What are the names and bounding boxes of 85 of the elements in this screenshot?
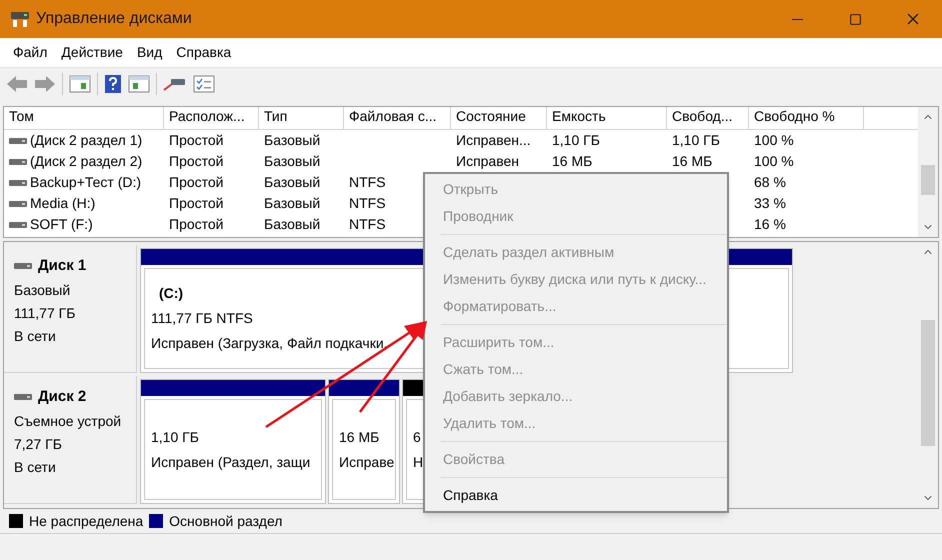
table-cell-text: Базовый	[264, 215, 320, 234]
table-cell-text: 16 МБ	[552, 152, 592, 171]
table-cell-text: 68 %	[754, 173, 786, 192]
properties-icon[interactable]	[193, 75, 215, 93]
disk-size: 7,27 ГБ	[14, 434, 63, 454]
legend-label: Не распределена	[29, 512, 144, 531]
disk-info-panel[interactable]: Диск 2 Съемное устрой 7,27 ГБ В сети	[4, 376, 137, 504]
table-cell-text: Backup+Тест (D:)	[30, 173, 142, 192]
drive-icon	[9, 220, 27, 228]
disk-info-panel[interactable]: Диск 1 Базовый 111,77 ГБ В сети	[4, 245, 137, 373]
table-cell-text: (Диск 2 раздел 1)	[30, 131, 142, 150]
action-pane-icon[interactable]	[128, 75, 150, 93]
table-cell-text: Базовый	[264, 152, 320, 171]
table-cell-text: Базовый	[264, 194, 320, 213]
table-cell-text: 16 МБ	[672, 152, 712, 171]
legend-label: Основной раздел	[169, 512, 282, 531]
table-cell-text: Исправен...	[456, 131, 531, 150]
table-cell-text: Базовый	[264, 131, 320, 150]
scroll-thumb[interactable]	[921, 165, 935, 195]
table-cell-text: 16 %	[754, 215, 786, 234]
disk-type: Базовый	[14, 280, 72, 300]
disk-size: 111,77 ГБ	[14, 304, 76, 322]
partition-status: Исправен (Загрузка, Файл подкачки,	[151, 334, 388, 353]
back-arrow-icon[interactable]	[6, 75, 28, 93]
menu-item[interactable]: Файл	[7, 40, 54, 65]
table-cell-text: Простой	[169, 194, 224, 213]
partition-size: 6	[413, 428, 421, 446]
partition-size: 1,10 ГБ	[151, 428, 199, 446]
scrollbar[interactable]	[918, 107, 938, 237]
drive-icon	[9, 158, 27, 166]
partition-block[interactable]: 1,10 ГБ Исправен (Раздел, защи	[140, 379, 326, 504]
table-cell-text: Простой	[169, 131, 224, 150]
partition-size: 111,77 ГБ NTFS	[151, 309, 253, 328]
drive-icon	[9, 136, 27, 144]
partition-status: Исправе	[339, 452, 394, 472]
table-cell-text: Исправен	[456, 152, 520, 171]
help-icon[interactable]	[104, 74, 122, 94]
console-tree-icon[interactable]	[69, 75, 91, 93]
scroll-thumb[interactable]	[921, 320, 935, 446]
disk-manager-icon	[10, 10, 30, 28]
table-cell-text: Простой	[169, 152, 224, 171]
column-header[interactable]: Емкость	[547, 107, 667, 130]
partition-status: Исправен (Раздел, защи	[151, 452, 310, 472]
column-header[interactable]: Том	[4, 107, 164, 130]
column-header[interactable]: Состояние	[451, 107, 547, 130]
disk-status: В сети	[14, 326, 57, 346]
drive-icon	[9, 178, 27, 186]
column-header[interactable]: Располож...	[164, 107, 259, 130]
disk-name: Диск 1	[38, 256, 86, 276]
partition-status: Н	[413, 452, 424, 472]
table-cell-text: NTFS	[349, 194, 386, 213]
column-header[interactable]: Файловая с...	[344, 107, 451, 130]
window-title: Управление дисками	[36, 9, 192, 29]
column-header[interactable]: Тип	[259, 107, 344, 130]
partition-block[interactable]: 16 МБ Исправе	[328, 379, 400, 504]
column-header[interactable]: Свобод...	[667, 107, 749, 130]
forward-arrow-icon[interactable]	[34, 75, 56, 93]
disk-type: Съемное устрой	[14, 412, 122, 431]
disk-name: Диск 2	[38, 387, 86, 407]
table-cell-text: Простой	[169, 215, 224, 234]
table-cell-text: Простой	[169, 173, 224, 192]
table-cell-text: Media (H:)	[30, 194, 96, 213]
disk-status: В сети	[14, 458, 57, 476]
menu-item[interactable]: Справка	[170, 40, 238, 65]
table-cell-text: NTFS	[349, 215, 386, 234]
menu-item[interactable]: Действие	[55, 40, 129, 65]
table-cell-text: NTFS	[349, 173, 386, 192]
minimize-icon	[792, 18, 802, 20]
connect-icon[interactable]	[163, 76, 187, 92]
table-cell-text: 1,10 ГБ	[672, 131, 720, 150]
drive-icon	[14, 393, 32, 402]
menu-item[interactable]: Вид	[130, 40, 168, 65]
partition-label: (C:)	[158, 284, 184, 303]
table-cell-text: 33 %	[754, 194, 786, 213]
table-cell-text: SOFT (F:)	[30, 215, 93, 234]
table-cell-text: (Диск 2 раздел 2)	[30, 152, 142, 171]
drive-icon	[9, 200, 27, 208]
column-header[interactable]: Свободно %	[749, 107, 864, 130]
partition-size: 16 МБ	[339, 428, 380, 446]
drive-icon	[14, 262, 32, 270]
maximize-icon	[848, 12, 862, 26]
table-cell-text: 100 %	[754, 131, 794, 150]
table-cell-text: 1,10 ГБ	[552, 131, 600, 150]
table-cell-text: 100 %	[754, 152, 794, 171]
table-cell-text: Базовый	[264, 173, 320, 192]
